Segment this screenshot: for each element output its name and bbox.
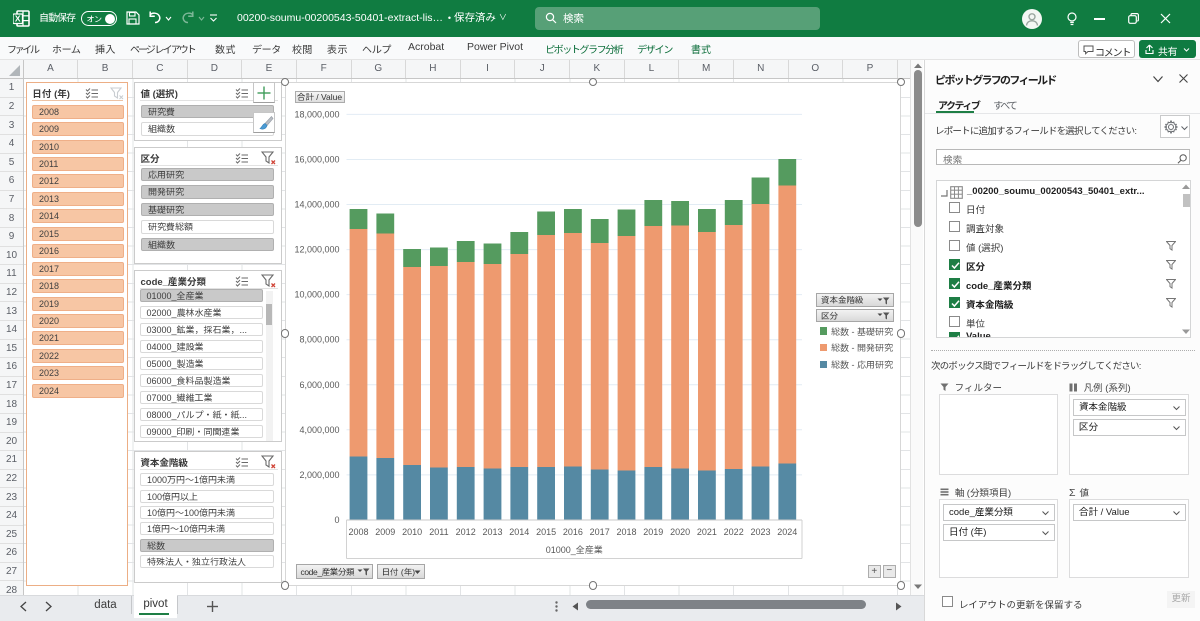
svg-text:2016: 2016	[563, 527, 583, 537]
svg-text:10,000,000: 10,000,000	[294, 290, 339, 300]
svg-text:2017: 2017	[590, 527, 610, 537]
svg-text:6,000,000: 6,000,000	[299, 380, 339, 390]
svg-text:2008: 2008	[348, 527, 368, 537]
svg-text:X: X	[15, 13, 21, 23]
svg-text:2022: 2022	[724, 527, 744, 537]
svg-text:18,000,000: 18,000,000	[294, 109, 339, 119]
svg-text:2014: 2014	[509, 527, 529, 537]
svg-text:2015: 2015	[536, 527, 556, 537]
svg-text:2024: 2024	[777, 527, 797, 537]
svg-text:2020: 2020	[670, 527, 690, 537]
svg-text:4,000,000: 4,000,000	[299, 425, 339, 435]
svg-text:2019: 2019	[643, 527, 663, 537]
svg-text:8,000,000: 8,000,000	[299, 335, 339, 345]
svg-text:0: 0	[334, 515, 339, 525]
svg-text:2,000,000: 2,000,000	[299, 470, 339, 480]
svg-text:2011: 2011	[429, 527, 448, 537]
svg-text:12,000,000: 12,000,000	[294, 245, 339, 255]
svg-text:2010: 2010	[402, 527, 422, 537]
svg-text:2013: 2013	[482, 527, 502, 537]
svg-text:2023: 2023	[750, 527, 770, 537]
svg-text:2018: 2018	[616, 527, 636, 537]
svg-text:2021: 2021	[697, 527, 717, 537]
svg-text:2012: 2012	[456, 527, 476, 537]
svg-text:16,000,000: 16,000,000	[294, 155, 339, 165]
svg-text:14,000,000: 14,000,000	[294, 200, 339, 210]
svg-text:2009: 2009	[375, 527, 395, 537]
svg-text:01000_全産業: 01000_全産業	[546, 545, 603, 555]
